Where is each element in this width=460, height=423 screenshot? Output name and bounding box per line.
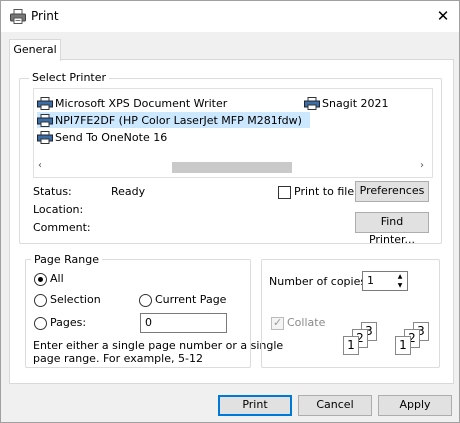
scroll-left-icon[interactable]: ‹ <box>38 160 42 171</box>
pages-label[interactable]: Pages: <box>50 316 86 329</box>
horizontal-scrollbar[interactable]: ‹ › <box>34 158 432 176</box>
page-range-help-line2: page range. For example, 5-12 <box>33 352 203 365</box>
close-button[interactable]: ✕ <box>429 3 457 29</box>
find-printer-label: Find Printer... <box>368 215 416 246</box>
printer-icon <box>37 130 53 144</box>
title-bar: Print ✕ <box>1 1 459 32</box>
status-label: Status: <box>33 185 72 198</box>
print-to-file-label[interactable]: Print to file <box>294 185 354 198</box>
page-range-pages-radio[interactable] <box>34 317 47 330</box>
current-page-label[interactable]: Current Page <box>155 293 226 306</box>
tab-general-label: General <box>13 43 57 56</box>
print-button-label: Print <box>242 398 268 411</box>
printer-item-xps[interactable]: Microsoft XPS Document Writer <box>37 95 227 111</box>
page-range-current-page-radio[interactable] <box>139 294 152 307</box>
pages-value: 0 <box>145 316 152 329</box>
printer-name: Microsoft XPS Document Writer <box>55 96 228 110</box>
print-button[interactable]: Print <box>218 395 292 416</box>
apply-button-label: Apply <box>399 398 431 411</box>
apply-button[interactable]: Apply <box>378 395 452 416</box>
printer-item-onenote[interactable]: Send To OneNote 16 <box>37 129 167 145</box>
comment-label: Comment: <box>33 221 91 234</box>
window-title: Print <box>31 9 59 23</box>
copies-up-icon[interactable]: ▲ <box>393 272 407 281</box>
page-range-help-line1: Enter either a single page number or a s… <box>33 339 284 352</box>
pages-input[interactable]: 0 <box>140 313 227 333</box>
checkmark-icon: ✓ <box>273 316 283 329</box>
printer-icon <box>37 96 53 110</box>
close-icon: ✕ <box>436 7 450 25</box>
print-to-file-checkbox[interactable] <box>278 186 291 199</box>
page-digit: 1 <box>343 336 359 355</box>
collate-checkbox[interactable]: ✓ <box>271 316 284 330</box>
page-range-all-radio[interactable] <box>34 273 47 286</box>
select-printer-label: Select Printer <box>29 71 110 84</box>
collate-label: Collate <box>287 316 326 329</box>
page-digit: 1 <box>395 336 411 355</box>
print-dialog: Print ✕ General Select Printer Microsoft… <box>0 0 460 423</box>
selection-label[interactable]: Selection <box>50 293 101 306</box>
preferences-button[interactable]: Preferences <box>355 181 429 202</box>
all-label[interactable]: All <box>50 272 64 285</box>
scroll-right-icon[interactable]: › <box>420 160 424 171</box>
printer-name: Snagit 2021 <box>322 96 389 110</box>
printer-item-snagit[interactable]: Snagit 2021 <box>304 95 389 111</box>
preferences-label: Preferences <box>359 184 425 197</box>
page-range-selection-radio[interactable] <box>34 294 47 307</box>
printer-icon <box>304 96 320 110</box>
printer-icon <box>10 9 26 24</box>
status-value: Ready <box>111 185 146 198</box>
printer-list[interactable]: Microsoft XPS Document Writer Snagit 202… <box>33 88 433 178</box>
tab-general[interactable]: General <box>9 39 61 61</box>
scrollbar-thumb[interactable] <box>172 162 292 173</box>
copies-down-icon[interactable]: ▼ <box>393 281 407 290</box>
printer-icon <box>37 113 53 127</box>
cancel-button-label: Cancel <box>316 398 354 411</box>
cancel-button[interactable]: Cancel <box>298 395 372 416</box>
copies-value: 1 <box>367 274 374 287</box>
number-of-copies-label: Number of copies: <box>269 275 370 288</box>
printer-item-hp-selected[interactable]: NPI7FE2DF (HP Color LaserJet MFP M281fdw… <box>37 112 310 128</box>
page-range-label: Page Range <box>31 253 102 266</box>
printer-name: NPI7FE2DF (HP Color LaserJet MFP M281fdw… <box>55 113 302 127</box>
printer-name: Send To OneNote 16 <box>55 130 168 144</box>
find-printer-button[interactable]: Find Printer... <box>355 212 429 246</box>
location-label: Location: <box>33 203 84 216</box>
